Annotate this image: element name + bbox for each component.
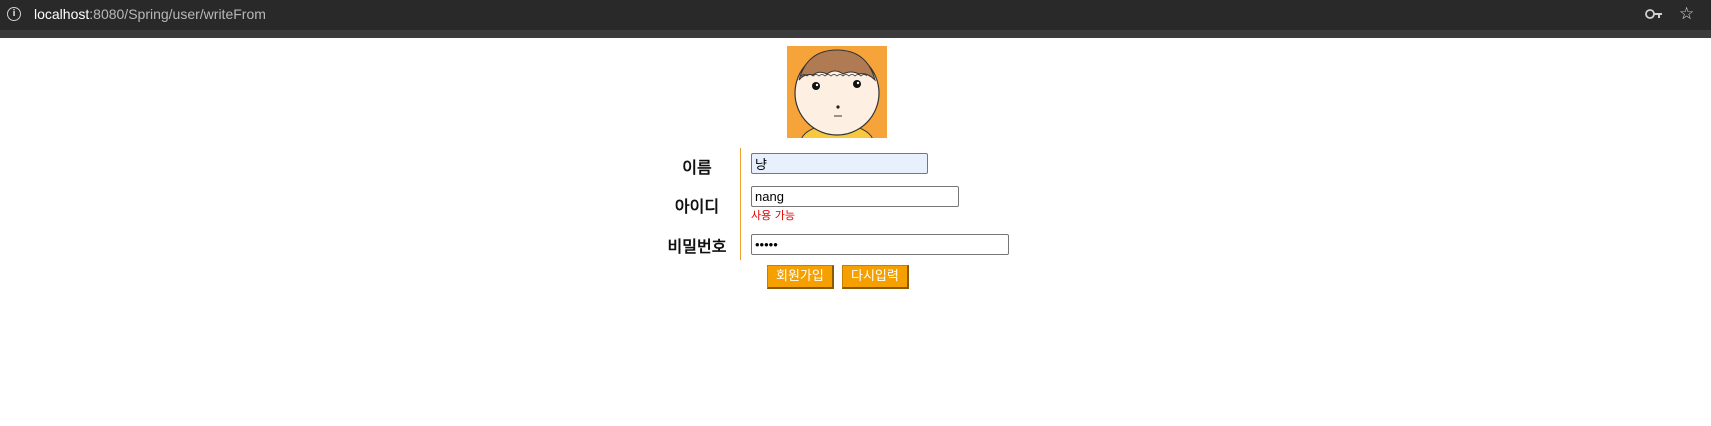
url-host: localhost <box>34 6 90 22</box>
url-path: :8080/Spring/user/writeFrom <box>89 6 266 22</box>
id-label: 아이디 <box>674 197 720 216</box>
avatar <box>787 46 887 138</box>
form-divider <box>740 148 741 260</box>
id-availability-status: 사용 가능 <box>751 209 795 222</box>
browser-toolbar: i localhost:8080/Spring/user/writeFrom ☆ <box>0 0 1711 38</box>
password-input[interactable] <box>751 234 1009 255</box>
name-input[interactable] <box>751 153 928 174</box>
reset-button[interactable]: 다시입력 <box>842 265 909 289</box>
id-input[interactable] <box>751 186 959 207</box>
site-info-icon[interactable]: i <box>7 7 21 21</box>
bookmark-star-icon[interactable]: ☆ <box>1679 4 1694 24</box>
address-bar[interactable]: localhost:8080/Spring/user/writeFrom <box>34 6 266 22</box>
password-label: 비밀번호 <box>667 237 727 256</box>
signup-button[interactable]: 회원가입 <box>767 265 834 289</box>
password-key-icon[interactable] <box>1645 7 1663 21</box>
name-label: 이름 <box>682 158 712 177</box>
